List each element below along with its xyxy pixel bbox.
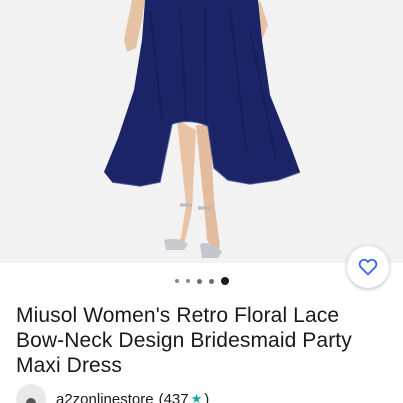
product-image[interactable] [0, 0, 403, 263]
watch-button[interactable] [347, 246, 389, 288]
left-leg [172, 120, 196, 246]
seller-feedback-close: ) [204, 390, 210, 403]
star-icon: ★ [190, 391, 203, 403]
carousel-indicator[interactable] [0, 276, 403, 286]
seller-avatar[interactable] [16, 384, 46, 403]
listing-title: Miusol Women's Retro Floral Lace Bow-Nec… [16, 304, 352, 377]
seller-name[interactable]: a2zonlinestore [56, 391, 154, 403]
carousel-dot[interactable] [185, 279, 190, 283]
dress-photo [104, 0, 301, 258]
seller-feedback-count: (437 [158, 390, 189, 403]
carousel-dot[interactable] [208, 278, 214, 284]
carousel-dot[interactable] [174, 279, 179, 283]
heart-outline-icon [358, 258, 378, 276]
seller-info[interactable]: a2zonlinestore (437 ★ ) [16, 384, 209, 403]
carousel-dot-active[interactable] [220, 277, 229, 285]
seller-feedback[interactable]: a2zonlinestore (437 ★ ) [56, 391, 209, 403]
carousel-dot[interactable] [196, 278, 202, 284]
